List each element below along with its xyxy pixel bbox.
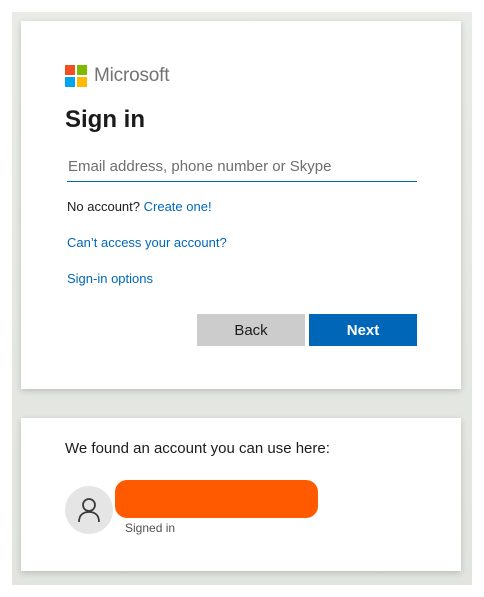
account-picker-card: We found an account you can use here: Si… xyxy=(21,418,461,571)
account-status: Signed in xyxy=(125,521,176,535)
person-icon xyxy=(78,498,100,523)
avatar xyxy=(65,486,113,534)
signin-card: Microsoft Sign in No account? Create one… xyxy=(21,21,461,389)
no-account-row: No account? Create one! xyxy=(67,199,212,214)
cant-access-account-link[interactable]: Can’t access your account? xyxy=(67,235,227,250)
account-picker-heading: We found an account you can use here: xyxy=(65,440,330,457)
signin-options-link[interactable]: Sign-in options xyxy=(67,271,153,286)
brand-name: Microsoft xyxy=(94,65,170,86)
microsoft-logo-icon xyxy=(65,65,87,87)
logo-square-yellow xyxy=(77,77,87,87)
email-field[interactable] xyxy=(67,151,417,182)
back-button[interactable]: Back xyxy=(197,314,305,346)
no-account-text: No account? xyxy=(67,199,140,214)
logo-square-blue xyxy=(65,77,75,87)
account-tile[interactable]: Signed in xyxy=(65,480,425,538)
next-button[interactable]: Next xyxy=(309,314,417,346)
logo-square-green xyxy=(77,65,87,75)
logo-square-red xyxy=(65,65,75,75)
create-account-link[interactable]: Create one! xyxy=(144,199,212,214)
page-title: Sign in xyxy=(65,106,145,133)
microsoft-logo: Microsoft xyxy=(65,65,169,87)
redacted-account-name xyxy=(115,480,318,518)
